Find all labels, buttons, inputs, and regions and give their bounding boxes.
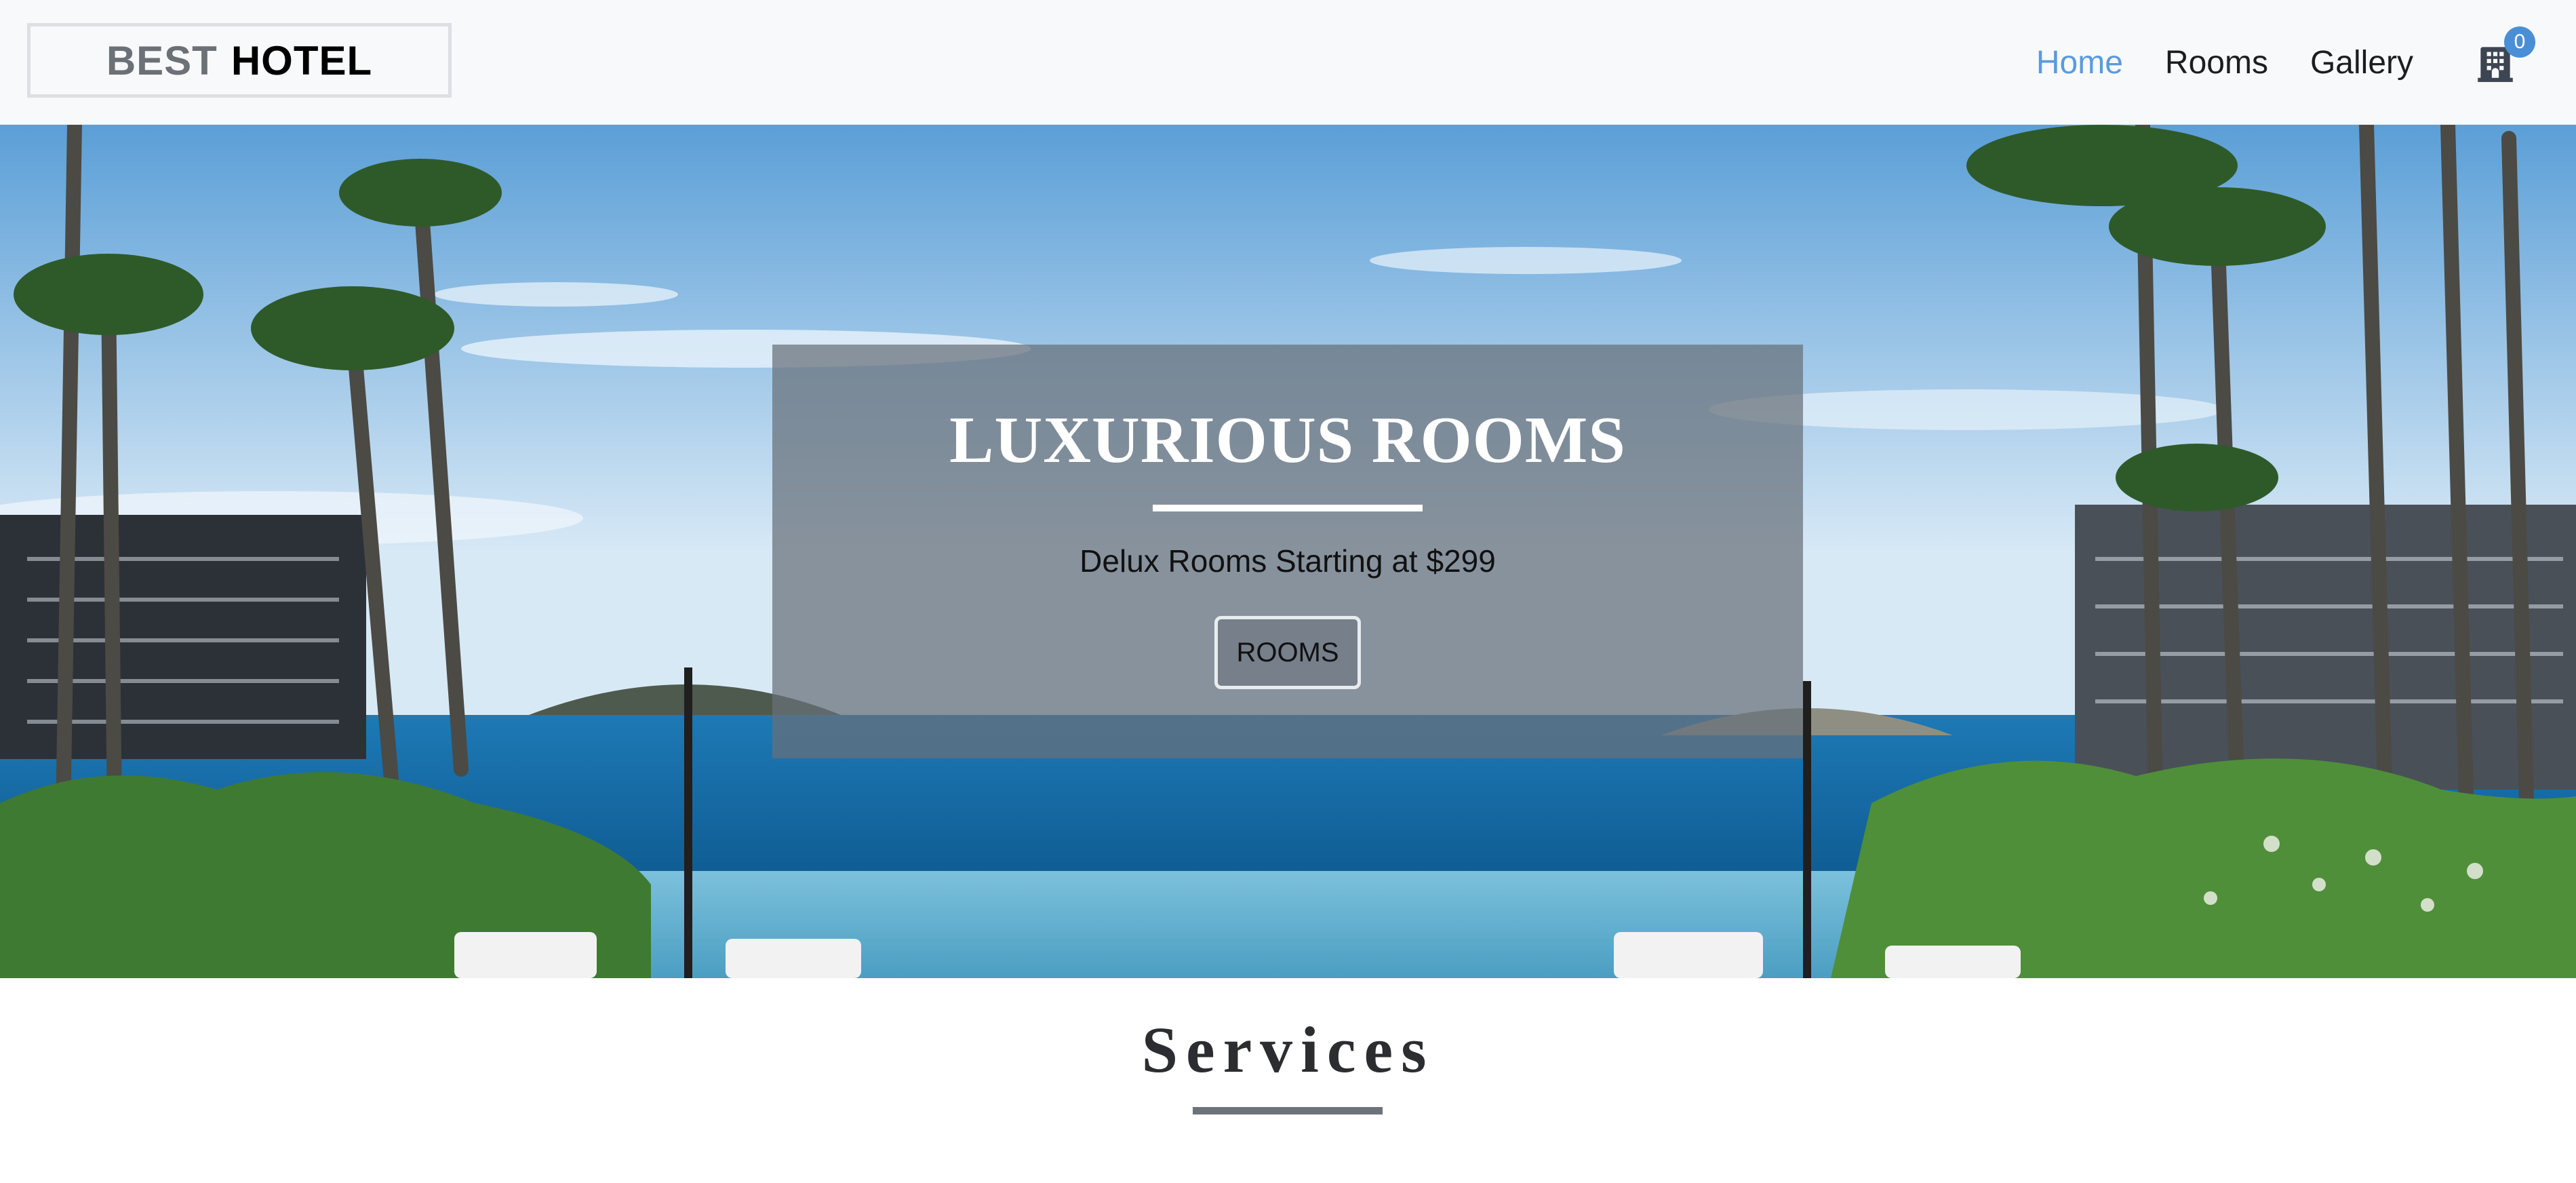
hero-title-underline <box>1153 505 1423 511</box>
services-underline <box>1193 1107 1383 1114</box>
navbar: BEST HOTEL Home Rooms Gallery 0 <box>0 0 2576 125</box>
hero-section: LUXURIOUS ROOMS Delux Rooms Starting at … <box>0 125 2576 978</box>
nav-links: Home Rooms Gallery 0 <box>2036 0 2576 125</box>
nav-link-home[interactable]: Home <box>2036 44 2123 81</box>
hero-title: LUXURIOUS ROOMS <box>949 404 1626 477</box>
logo-text-hotel: HOTEL <box>231 37 373 83</box>
services-heading: Services <box>1141 1013 1435 1086</box>
nav-link-gallery[interactable]: Gallery <box>2310 44 2413 81</box>
hero-subtitle: Delux Rooms Starting at $299 <box>1079 543 1496 579</box>
cart-button[interactable]: 0 <box>2473 26 2535 85</box>
brand-logo[interactable]: BEST HOTEL <box>27 23 452 98</box>
hero-banner: LUXURIOUS ROOMS Delux Rooms Starting at … <box>772 345 1803 758</box>
nav-link-rooms[interactable]: Rooms <box>2165 44 2268 81</box>
cart-count-badge: 0 <box>2504 26 2535 58</box>
rooms-button[interactable]: ROOMS <box>1214 616 1361 689</box>
logo-text-best: BEST <box>106 37 218 83</box>
